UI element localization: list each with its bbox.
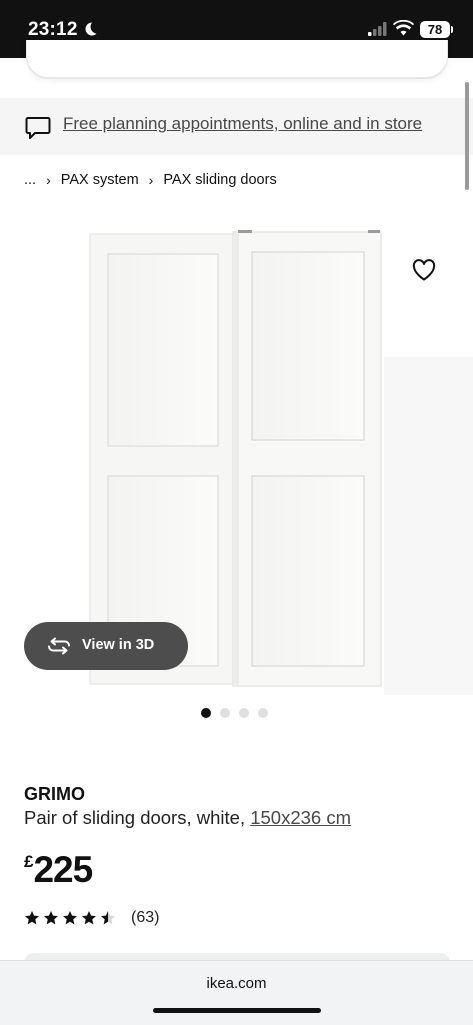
view-in-3d-button[interactable]: View in 3D [24,622,188,670]
chat-bubble-icon [25,117,51,139]
breadcrumb-pax-system[interactable]: PAX system [61,172,139,188]
battery-indicator: 78 [420,21,450,38]
review-count: (63) [131,909,160,926]
battery-tip [451,26,453,33]
browser-url[interactable]: ikea.com [0,975,473,992]
star-full-icon [44,911,58,925]
product-description: Pair of sliding doors, white, 150x236 cm [24,807,351,829]
gallery-dot[interactable] [258,708,268,718]
view-in-3d-label: View in 3D [82,637,155,653]
status-time: 23:12 [28,19,78,40]
planning-appointments-link[interactable]: Free planning appointments, online and i… [63,114,422,134]
price-currency: £ [24,852,34,871]
gallery-dot[interactable] [201,708,211,718]
product-image-background [384,357,473,695]
product-rating[interactable]: (63) [24,909,159,927]
search-bar[interactable] [26,40,448,78]
star-full-icon [82,911,96,925]
wifi-icon [393,20,414,36]
battery-level: 78 [427,22,443,37]
moon-icon [85,22,97,36]
product-size-link[interactable]: 150x236 cm [250,807,351,828]
chevron-right-icon: › [46,172,51,188]
breadcrumb-ellipsis[interactable]: ... [24,172,36,188]
cellular-signal-icon [368,22,387,36]
heart-icon[interactable] [412,259,436,281]
breadcrumb: ... › PAX system › PAX sliding doors [24,172,277,188]
browser-address-bar[interactable] [0,960,473,1025]
price-amount: 225 [33,849,93,890]
product-name: GRIMO [24,784,85,804]
gallery-dot[interactable] [220,708,230,718]
star-full-icon [25,911,39,925]
product-price: £225 [24,849,93,891]
page-scrollbar[interactable] [465,82,469,190]
star-half-icon [101,911,115,925]
gallery-dot[interactable] [239,708,249,718]
breadcrumb-pax-sliding-doors[interactable]: PAX sliding doors [163,172,276,188]
star-full-icon [63,911,77,925]
product-image[interactable] [88,230,386,688]
gallery-pagination [201,708,268,718]
rotate-3d-icon [48,637,70,655]
chevron-right-icon: › [148,172,154,188]
home-indicator[interactable] [153,1008,321,1013]
product-description-text: Pair of sliding doors, white, [24,807,246,828]
